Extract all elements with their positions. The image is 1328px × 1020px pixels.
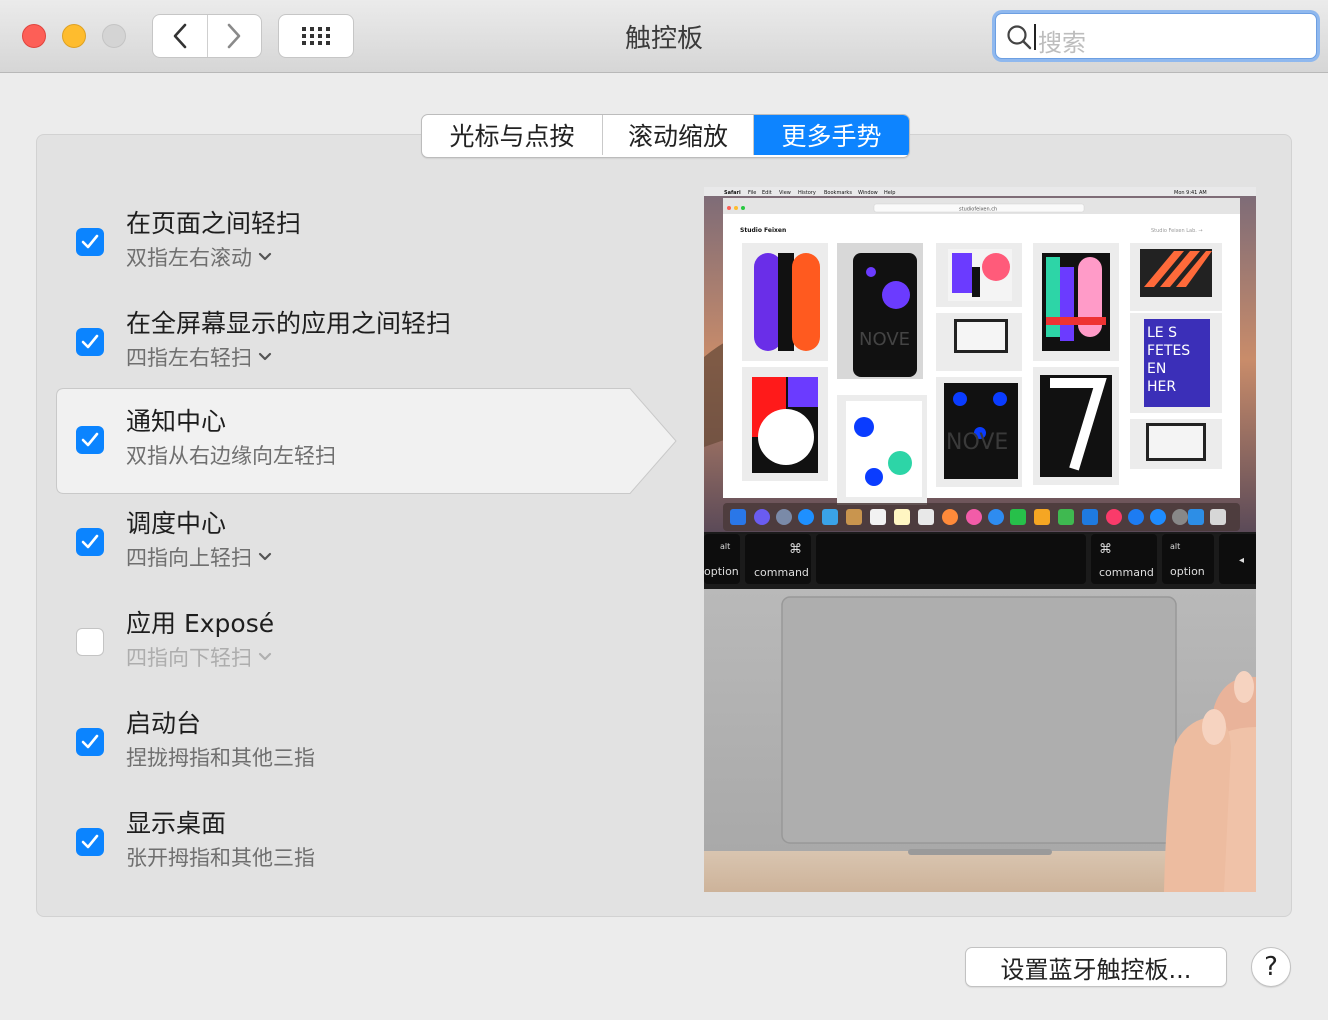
gesture-item-show-desktop[interactable]: 显示桌面 张开拇指和其他三指: [56, 790, 676, 890]
svg-text:HER: HER: [1147, 379, 1176, 395]
checkbox-swipe-between-pages[interactable]: [76, 228, 104, 256]
preview-url: studiofeixen.ch: [959, 207, 997, 213]
svg-text:NOVE: NOVE: [946, 430, 1008, 455]
search-icon: [1007, 25, 1032, 50]
gesture-option-menu[interactable]: 四指向上轻扫: [126, 542, 272, 572]
preview-menu-item: History: [798, 190, 816, 196]
preview-menu-item: Window: [858, 190, 878, 196]
preview-key-label: option: [1170, 565, 1205, 578]
gesture-item-app-expose[interactable]: 应用 Exposé 四指向下轻扫: [56, 590, 676, 690]
preview-menu-app: Safari: [724, 190, 741, 196]
gesture-subtitle: 张开拇指和其他三指: [126, 846, 315, 870]
preview-key-label: option: [704, 565, 739, 578]
gesture-subtitle: 双指左右滚动: [126, 246, 252, 270]
preview-menu-item: Bookmarks: [824, 190, 852, 196]
gesture-item-mission-control[interactable]: 调度中心 四指向上轻扫: [56, 490, 676, 590]
gesture-title: 通知中心: [126, 407, 227, 436]
preview-key-label: ⌘: [789, 542, 802, 557]
preview-menu-clock: Mon 9:41 AM: [1174, 190, 1207, 196]
gesture-option-menu[interactable]: 双指左右滚动: [126, 242, 272, 272]
checkmark-icon: [81, 432, 99, 447]
svg-text:LE S: LE S: [1147, 325, 1177, 341]
checkbox-notification-center[interactable]: [76, 426, 104, 454]
gesture-subtitle: 四指左右轻扫: [126, 346, 252, 370]
tab-bar: 光标与点按 滚动缩放 更多手势: [421, 114, 910, 158]
gesture-subtitle: 四指向下轻扫: [126, 646, 252, 670]
gesture-item-swipe-full-screen-apps[interactable]: 在全屏幕显示的应用之间轻扫 四指左右轻扫: [56, 290, 676, 390]
chevron-down-icon: [258, 652, 272, 661]
search-input[interactable]: 搜索: [995, 13, 1317, 59]
svg-text:EN: EN: [1147, 361, 1166, 377]
preview-menu-item: Help: [884, 190, 895, 196]
preview-key-label: command: [754, 566, 809, 579]
search-placeholder: 搜索: [1038, 29, 1086, 57]
gesture-title: 在页面之间轻扫: [126, 209, 302, 238]
checkmark-icon: [81, 334, 99, 349]
text-cursor: [1034, 24, 1036, 50]
gesture-option-menu[interactable]: 四指左右轻扫: [126, 342, 272, 372]
checkbox-launchpad[interactable]: [76, 728, 104, 756]
preview-site-link: Studio Feixen Lab. →: [1151, 228, 1203, 234]
gesture-item-launchpad[interactable]: 启动台 捏拢拇指和其他三指: [56, 690, 676, 790]
preview-key-label: alt: [720, 542, 730, 551]
tab-point-and-click[interactable]: 光标与点按: [422, 115, 602, 155]
gesture-item-notification-center[interactable]: 通知中心 双指从右边缘向左轻扫: [56, 388, 680, 494]
gesture-option-menu: 四指向下轻扫: [126, 642, 272, 672]
checkbox-show-desktop[interactable]: [76, 828, 104, 856]
search-field[interactable]: 搜索: [992, 10, 1320, 62]
gesture-item-swipe-between-pages[interactable]: 在页面之间轻扫 双指左右滚动: [56, 190, 676, 290]
preview-key-label: command: [1099, 566, 1154, 579]
svg-text:FETES: FETES: [1147, 343, 1190, 359]
gesture-title: 调度中心: [126, 509, 227, 538]
help-button[interactable]: ?: [1251, 947, 1291, 987]
tab-more-gestures[interactable]: 更多手势: [753, 115, 909, 155]
preview-key-label: ⌘: [1099, 542, 1112, 557]
checkmark-icon: [81, 834, 99, 849]
gesture-subtitle: 四指向上轻扫: [126, 546, 252, 570]
gesture-subtitle: 捏拢拇指和其他三指: [126, 746, 315, 770]
gesture-title: 启动台: [126, 709, 202, 738]
title-bar: 触控板 搜索: [0, 0, 1328, 73]
checkmark-icon: [81, 234, 99, 249]
gesture-title: 在全屏幕显示的应用之间轻扫: [126, 309, 452, 338]
svg-text:NOVE: NOVE: [859, 329, 910, 350]
tab-scroll-and-zoom[interactable]: 滚动缩放: [602, 115, 753, 155]
preview-menu-item: View: [779, 190, 791, 196]
chevron-down-icon: [258, 352, 272, 361]
chevron-down-icon: [258, 252, 272, 261]
checkmark-icon: [81, 534, 99, 549]
gesture-preview-video: Safari File Edit View History Bookmarks …: [704, 187, 1256, 892]
preview-key-label: ◂: [1239, 555, 1244, 566]
checkbox-app-expose[interactable]: [76, 628, 104, 656]
checkbox-swipe-full-screen-apps[interactable]: [76, 328, 104, 356]
gesture-subtitle: 双指从右边缘向左轻扫: [126, 444, 336, 468]
setup-bluetooth-trackpad-button[interactable]: 设置蓝牙触控板...: [965, 947, 1227, 987]
preview-illustration: Safari File Edit View History Bookmarks …: [704, 187, 1256, 892]
preview-menu-item: Edit: [762, 190, 772, 196]
gesture-title: 应用 Exposé: [126, 609, 275, 638]
chevron-down-icon: [258, 552, 272, 561]
preview-key-label: alt: [1170, 542, 1180, 551]
preview-menu-item: File: [748, 190, 756, 196]
checkmark-icon: [81, 734, 99, 749]
preview-site-name: Studio Feixen: [740, 227, 786, 234]
gesture-title: 显示桌面: [126, 809, 227, 838]
checkbox-mission-control[interactable]: [76, 528, 104, 556]
